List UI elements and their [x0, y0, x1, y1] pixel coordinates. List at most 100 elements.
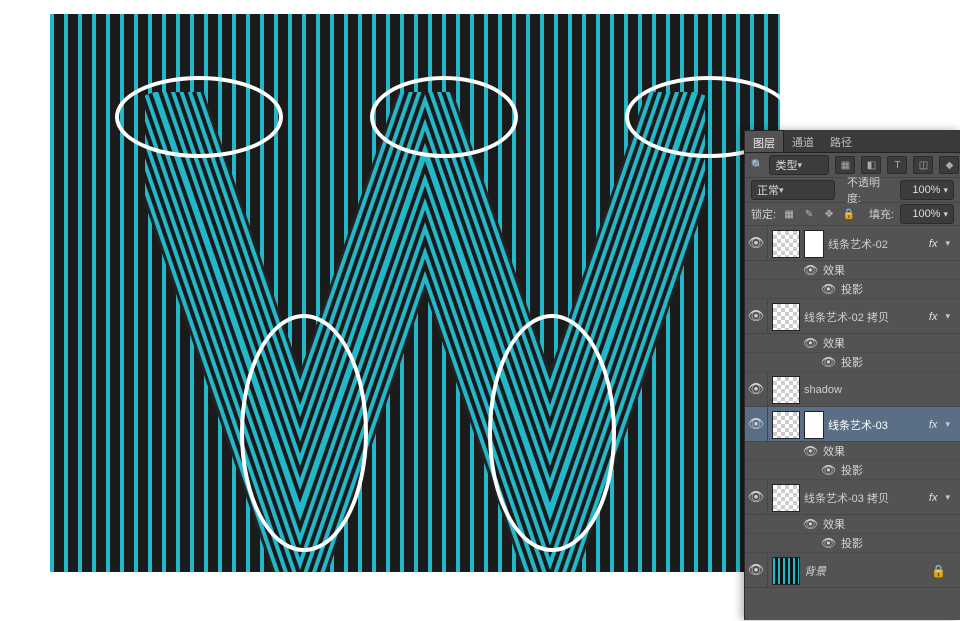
layer-thumbnail[interactable] [772, 484, 800, 512]
layer-top: 线条艺术-02 拷贝 fx▾ [772, 303, 950, 331]
layer-body: 线条艺术-03 拷贝 fx▾ [768, 481, 954, 514]
visibility-eye-icon[interactable]: 👁 [803, 444, 817, 458]
layer-name[interactable]: 背景 [804, 563, 923, 579]
layer-effects-label[interactable]: 👁 效果 [745, 442, 960, 461]
visibility-eye-icon[interactable]: 👁 [821, 463, 835, 477]
visibility-eye-icon[interactable]: 👁 [745, 407, 768, 441]
layer-thumbnail[interactable] [772, 411, 800, 439]
layers-panel: 图层 通道 路径 🔍 类型 ▾ ▦ ◧ T ◫ ◆ 正常 ▾ 不透明度: 100… [744, 130, 960, 620]
fx-badge[interactable]: fx [929, 492, 942, 504]
filter-smart-icon[interactable]: ◆ [939, 156, 959, 174]
layer-body: 背景 🔒 [768, 554, 954, 587]
filter-kind-dropdown[interactable]: 类型 ▾ [769, 155, 829, 175]
chevron-down-icon[interactable]: ▾ [945, 311, 950, 322]
blend-mode-value: 正常 [757, 182, 779, 198]
layer-name[interactable]: 线条艺术-03 拷贝 [804, 490, 925, 506]
effect-name: 投影 [841, 354, 863, 370]
lock-trans-icon[interactable]: ▦ [782, 207, 796, 221]
annotation-ellipse [370, 76, 518, 158]
visibility-eye-icon[interactable]: 👁 [803, 263, 817, 277]
effects-label: 效果 [823, 262, 845, 278]
annotation-ellipse [240, 314, 368, 552]
canvas [50, 14, 780, 572]
layer-name[interactable]: shadow [804, 384, 950, 396]
blend-mode-dropdown[interactable]: 正常 ▾ [751, 180, 835, 200]
tab-layers[interactable]: 图层 [745, 130, 784, 152]
chevron-down-icon[interactable]: ▾ [945, 492, 950, 503]
visibility-eye-icon[interactable]: 👁 [745, 553, 768, 587]
filter-adjust-icon[interactable]: ◧ [861, 156, 881, 174]
visibility-eye-icon[interactable]: 👁 [803, 517, 817, 531]
chevron-down-icon: ▾ [943, 185, 948, 196]
effects-label: 效果 [823, 516, 845, 532]
fill-value: 100% [912, 208, 940, 220]
chevron-down-icon: ▾ [797, 160, 802, 171]
visibility-eye-icon[interactable]: 👁 [803, 336, 817, 350]
layer-mask-thumbnail[interactable] [804, 411, 824, 439]
layer-body: 线条艺术-03 fx▾ [768, 408, 954, 441]
fx-badge[interactable]: fx [929, 311, 942, 323]
effect-name: 投影 [841, 281, 863, 297]
panel-tabs: 图层 通道 路径 [745, 130, 960, 153]
layer-row[interactable]: 👁 背景 🔒 [745, 553, 960, 588]
layer-body: shadow [768, 373, 954, 406]
fill-input[interactable]: 100% ▾ [900, 204, 954, 224]
layer-effect-item[interactable]: 👁投影 [745, 534, 960, 553]
visibility-eye-icon[interactable]: 👁 [745, 299, 768, 333]
layer-mask-thumbnail[interactable] [804, 230, 824, 258]
layer-row[interactable]: 👁 线条艺术-03 fx▾ [745, 407, 960, 442]
fx-badge[interactable]: fx [929, 238, 942, 250]
lock-all-icon[interactable]: 🔒 [842, 207, 856, 221]
opacity-value: 100% [912, 184, 940, 196]
layer-top: 线条艺术-02 fx▾ [772, 230, 950, 258]
layer-row[interactable]: 👁 线条艺术-03 拷贝 fx▾ [745, 480, 960, 515]
layer-thumbnail[interactable] [772, 303, 800, 331]
visibility-eye-icon[interactable]: 👁 [745, 226, 768, 260]
opacity-input[interactable]: 100% ▾ [900, 180, 954, 200]
chevron-down-icon[interactable]: ▾ [945, 238, 950, 249]
layer-body: 线条艺术-02 拷贝 fx▾ [768, 300, 954, 333]
layers-list: 👁线条艺术-02fx▾👁效果👁投影👁线条艺术-02 拷贝fx▾👁效果👁投影👁sh… [745, 226, 960, 620]
lock-move-icon[interactable]: ✥ [822, 207, 836, 221]
layer-name[interactable]: 线条艺术-03 [828, 417, 925, 433]
visibility-eye-icon[interactable]: 👁 [821, 355, 835, 369]
layer-thumbnail[interactable] [772, 376, 800, 404]
fill-label: 填充: [869, 206, 894, 222]
annotation-ellipse [115, 76, 283, 158]
layer-effects-label[interactable]: 👁 效果 [745, 515, 960, 534]
visibility-eye-icon[interactable]: 👁 [821, 282, 835, 296]
filter-shape-icon[interactable]: ◫ [913, 156, 933, 174]
layer-row[interactable]: 👁 线条艺术-02 fx▾ [745, 226, 960, 261]
filter-pixel-icon[interactable]: ▦ [835, 156, 855, 174]
layer-effect-item[interactable]: 👁 投影 [745, 280, 960, 299]
lock-paint-icon[interactable]: ✎ [802, 207, 816, 221]
layer-row[interactable]: 👁 shadow [745, 372, 960, 407]
filter-text-icon[interactable]: T [887, 156, 907, 174]
layer-name[interactable]: 线条艺术-02 拷贝 [804, 309, 925, 325]
effects-label: 效果 [823, 443, 845, 459]
layer-name[interactable]: 线条艺术-02 [828, 236, 925, 252]
tab-paths[interactable]: 路径 [822, 130, 860, 152]
effects-label: 效果 [823, 335, 845, 351]
layer-thumbnail[interactable] [772, 557, 800, 585]
visibility-eye-icon[interactable]: 👁 [745, 372, 768, 406]
lock-icon: 🔒 [927, 564, 950, 578]
chevron-down-icon: ▾ [943, 209, 948, 220]
visibility-eye-icon[interactable]: 👁 [821, 536, 835, 550]
layer-body: 线条艺术-02 fx▾ [768, 227, 954, 260]
layer-effect-item[interactable]: 👁投影 [745, 461, 960, 480]
layer-effects-label[interactable]: 👁 效果 [745, 334, 960, 353]
chevron-down-icon: ▾ [779, 185, 784, 196]
layer-effect-item[interactable]: 👁 投影 [745, 353, 960, 372]
search-icon: 🔍 [751, 158, 763, 172]
opacity-label: 不透明度: [847, 174, 894, 206]
layer-effects-label[interactable]: 👁 效果 [745, 261, 960, 280]
fx-badge[interactable]: fx [929, 419, 942, 431]
w-letter-art [145, 92, 705, 572]
filter-kind-label: 类型 [775, 157, 797, 173]
tab-channels[interactable]: 通道 [784, 130, 822, 152]
layer-thumbnail[interactable] [772, 230, 800, 258]
chevron-down-icon[interactable]: ▾ [945, 419, 950, 430]
layer-row[interactable]: 👁 线条艺术-02 拷贝 fx▾ [745, 299, 960, 334]
visibility-eye-icon[interactable]: 👁 [745, 480, 768, 514]
